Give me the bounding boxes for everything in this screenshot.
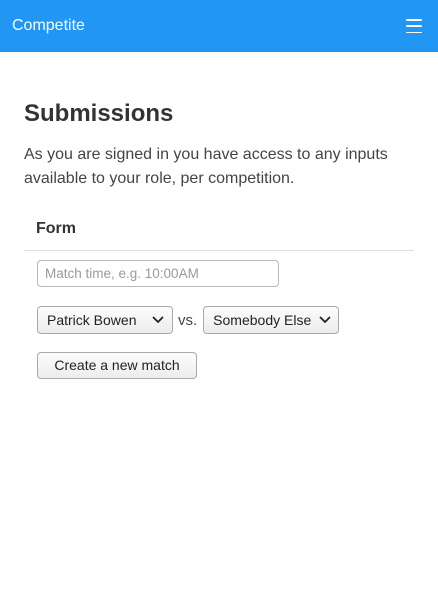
hamburger-menu-icon — [406, 31, 422, 33]
top-navbar: Competite — [0, 0, 438, 52]
players-row: Patrick Bowen vs. Somebody Else — [37, 306, 401, 334]
hamburger-menu-icon — [406, 25, 422, 27]
submission-form: Form Patrick Bowen vs. Somebody Else — [24, 217, 414, 379]
hamburger-menu-icon — [406, 19, 422, 21]
page-title: Submissions — [24, 100, 174, 127]
form-header: Form — [24, 217, 414, 251]
player-one-select[interactable]: Patrick Bowen — [37, 306, 173, 334]
vs-label: vs. — [178, 311, 198, 329]
main-content: Submissions As you are signed in you hav… — [24, 98, 414, 379]
chevron-down-icon — [152, 316, 164, 323]
chevron-down-icon — [319, 316, 331, 323]
create-match-button[interactable]: Create a new match — [37, 352, 197, 379]
match-time-input[interactable] — [37, 260, 279, 287]
brand-link[interactable]: Competite — [12, 16, 85, 36]
player-two-select[interactable]: Somebody Else — [203, 306, 340, 334]
intro-text: As you are signed in you have access to … — [24, 146, 388, 187]
menu-toggle-button[interactable] — [406, 19, 424, 33]
player-two-value: Somebody Else — [213, 312, 312, 328]
form-body: Patrick Bowen vs. Somebody Else Create a… — [24, 251, 414, 379]
player-one-value: Patrick Bowen — [47, 312, 137, 328]
